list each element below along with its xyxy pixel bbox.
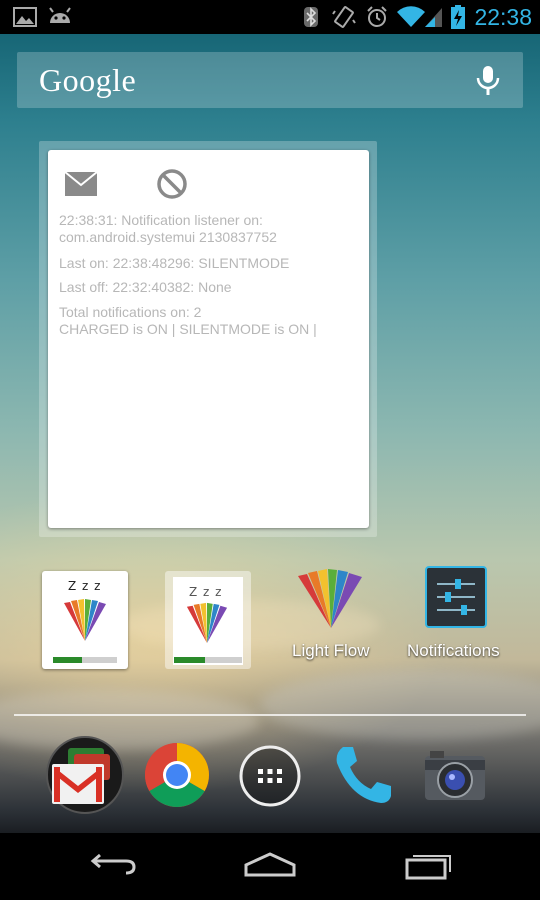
phone-icon[interactable] [331, 743, 395, 811]
dock-divider [14, 714, 526, 716]
alarm-icon [364, 0, 390, 34]
light-flow-label[interactable]: Light Flow [292, 641, 369, 661]
microphone-icon[interactable] [471, 63, 505, 97]
camera-icon[interactable] [422, 748, 488, 808]
google-logo: Google [39, 62, 137, 98]
home-icon[interactable] [240, 843, 300, 889]
wallpaper-cloud [260, 670, 540, 740]
light-flow-mini-widget[interactable]: Z z z [42, 571, 128, 669]
vibrate-icon [331, 0, 357, 34]
listener-line-2: com.android.systemui 2130837752 [59, 229, 277, 245]
sleep-progress-fill [53, 657, 82, 663]
notification-settings-icon[interactable] [425, 566, 487, 632]
google-search-bar[interactable]: Google [17, 52, 523, 108]
light-flow-logo-icon [62, 597, 108, 647]
light-flow-icon[interactable] [296, 566, 366, 634]
do-not-disturb-icon[interactable] [156, 168, 188, 204]
recent-apps-icon[interactable] [398, 843, 458, 889]
back-icon[interactable] [82, 843, 142, 889]
home-screen: 22:38 Google 22:38:31: Notification list… [0, 0, 540, 900]
status-clock: 22:38 [474, 4, 532, 30]
app-drawer-icon[interactable] [239, 745, 301, 811]
battery-charging-icon [449, 0, 467, 34]
sleep-progress-bar [53, 657, 117, 663]
chrome-icon[interactable] [144, 742, 210, 812]
bluetooth-icon [300, 0, 322, 34]
last-off-text: Last off: 22:32:40382: None [59, 279, 232, 295]
sleep-progress-bar [174, 657, 242, 663]
notification-widget[interactable]: 22:38:31: Notification listener on: com.… [48, 150, 369, 528]
signal-icon [424, 0, 444, 34]
states-text: CHARGED is ON | SILENTMODE is ON | [59, 321, 317, 337]
gmail-icon[interactable] [46, 736, 124, 814]
sleep-zzz-label: Z z z [68, 579, 102, 593]
total-notifications-text: Total notifications on: 2 [59, 304, 202, 320]
sleep-progress-fill [174, 657, 205, 663]
gallery-notification-icon [12, 0, 38, 34]
wallpaper-cloud [0, 690, 260, 750]
navigation-bar [0, 833, 540, 900]
last-on-text: Last on: 22:38:48296: SILENTMODE [59, 255, 290, 271]
listener-line-1: 22:38:31: Notification listener on: [59, 212, 263, 228]
notifications-label[interactable]: Notifications [407, 641, 500, 661]
light-flow-logo-icon [185, 601, 229, 649]
wifi-icon [396, 0, 426, 34]
android-debug-icon [46, 0, 74, 34]
status-bar[interactable]: 22:38 [0, 0, 540, 34]
mail-icon[interactable] [64, 171, 98, 200]
sleep-zzz-label: Z z z [189, 585, 223, 599]
light-flow-mini-widget[interactable]: Z z z [165, 571, 251, 669]
